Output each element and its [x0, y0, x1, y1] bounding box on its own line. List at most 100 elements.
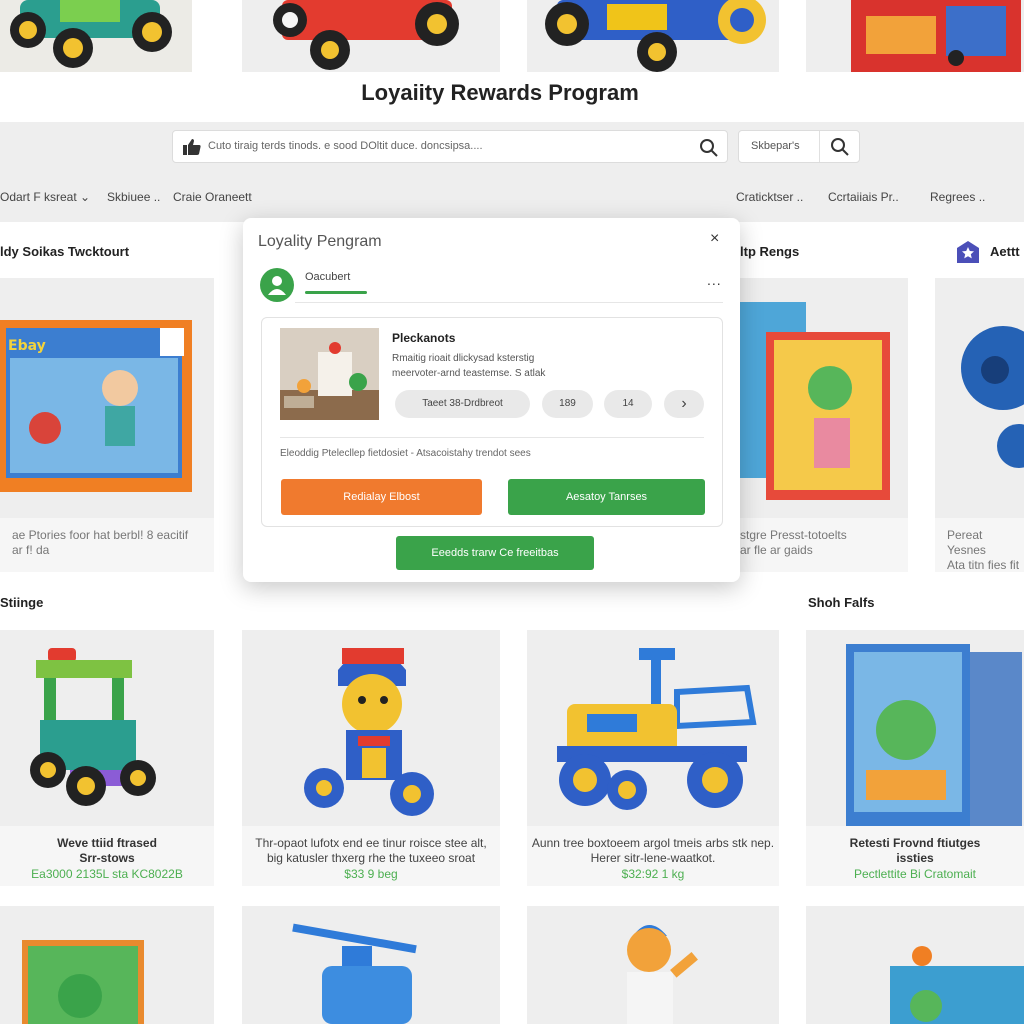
- user-name: Oacubert: [305, 271, 351, 283]
- product-name: Retesti Frovnd ftiutges: [849, 836, 981, 850]
- close-icon[interactable]: ×: [710, 230, 719, 248]
- product-image-row2-4[interactable]: [806, 630, 1024, 826]
- card-desc: Pereat Yesnes: [947, 528, 986, 557]
- activate-button[interactable]: Aesatoy Tanrses: [508, 479, 705, 515]
- product-image-row3-2[interactable]: [242, 906, 500, 1024]
- toy-wheel-icon: [961, 326, 1024, 468]
- reward-image: [280, 328, 379, 420]
- product-image-row1-left[interactable]: Ebay: [0, 278, 214, 518]
- toy-tractor-icon: [557, 648, 757, 810]
- product-price: Ea3000 2135L sta KC8022B: [31, 867, 183, 881]
- search-icon[interactable]: [699, 138, 719, 158]
- product-price: Pectlettite Bi Cratomait: [853, 867, 977, 881]
- secondary-search[interactable]: Skbepar's: [738, 130, 860, 163]
- product-price: $33 9 beg: [344, 867, 398, 881]
- card-text-row1-right: stgre Presst-totoelts ar fle ar gaids: [740, 518, 908, 572]
- product-image-top-4[interactable]: [806, 0, 1024, 72]
- card-text-row1-left: ae Ptories foor hat berbl! 8 eacitif ar …: [0, 518, 214, 572]
- nav-link-6[interactable]: Regrees ..: [930, 190, 985, 204]
- search-icon[interactable]: [830, 137, 850, 157]
- reward-desc-line1: Rmaitig rioait dlickysad ksterstig: [392, 353, 535, 364]
- product-image-row3-3[interactable]: [527, 906, 779, 1024]
- chevron-right-icon[interactable]: ›: [664, 390, 704, 418]
- product-image-row2-3[interactable]: [527, 630, 779, 826]
- product-image-top-2[interactable]: [242, 0, 500, 72]
- secondary-search-label: Skbepar's: [751, 140, 800, 152]
- product-card-4[interactable]: Retesti Frovnd ftiutges issties Pectlett…: [806, 826, 1024, 886]
- product-card-2[interactable]: Thr-opaot lufotx end ee tinur roisce ste…: [242, 826, 500, 886]
- toy-playset-icon: [280, 328, 379, 420]
- quantity-pill[interactable]: 189: [542, 390, 593, 418]
- search-input[interactable]: Cuto tiraig terds tinods. e sood DOltit …: [172, 130, 728, 163]
- card-desc: ar fle ar gaids: [740, 543, 813, 557]
- page-title: Loyaiity Rewards Program: [361, 80, 639, 105]
- search-placeholder: Cuto tiraig terds tinods. e sood DOltit …: [208, 140, 483, 152]
- product-desc: Thr-opaot lufotx end ee tinur roisce ste…: [255, 836, 487, 850]
- toy-truck-icon: [273, 0, 459, 70]
- product-desc-line2: Herer sitr-lene-waatkot.: [590, 851, 716, 865]
- product-image-top-1[interactable]: [0, 0, 192, 72]
- svg-text:Ebay: Ebay: [8, 338, 46, 354]
- product-card-3[interactable]: Aunn tree boxtoeem argol tmeis arbs stk …: [527, 826, 779, 886]
- product-image-row1-far-right[interactable]: [935, 278, 1024, 518]
- points-pill[interactable]: Taeet 38-Drdbreot: [395, 390, 530, 418]
- nav-link-5[interactable]: Ccrtaiiais Pr..: [828, 190, 899, 204]
- avatar: [260, 268, 294, 302]
- product-desc: Aunn tree boxtoeem argol tmeis arbs stk …: [531, 836, 775, 850]
- product-desc-line2: big katusler thxerg rhe the tuxeeo sroat: [266, 851, 476, 865]
- toy-robot-icon: [304, 648, 434, 816]
- toy-box-icon: [851, 0, 1021, 72]
- puzzle-box-icon: [846, 644, 1022, 826]
- redeem-button[interactable]: Redialay Elbost: [281, 479, 482, 515]
- toy-car-icon: [10, 0, 172, 68]
- card-desc: Ata titn fies fit: [947, 558, 1020, 572]
- section-title-far-right: Aettt: [990, 244, 1020, 259]
- product-image-row2-1[interactable]: [0, 630, 214, 826]
- product-image-row2-2[interactable]: [242, 630, 500, 826]
- card-text-row1-far-right: Pereat Yesnes Ata titn fies fit: [935, 518, 1024, 572]
- section-title-row2-right: Shoh Falfs: [808, 595, 875, 610]
- toy-helicopter-icon: [292, 923, 417, 1024]
- product-name: Weve ttiid ftrased: [57, 836, 157, 850]
- section-title-left: ldy Soikas Twcktourt: [0, 244, 130, 259]
- toy-figure-icon: [627, 925, 698, 1024]
- user-progress-bar: [305, 291, 367, 294]
- section-title-row2-left: Stiinge: [0, 595, 44, 610]
- product-image-top-3[interactable]: [527, 0, 779, 72]
- user-icon: [268, 276, 286, 295]
- section-title-right: ltp Rengs: [740, 244, 800, 259]
- card-desc: ae Ptories foor hat berbl! 8 eacitif: [12, 528, 189, 542]
- toy-tractor-icon: [545, 0, 766, 72]
- nav-link-4[interactable]: Craticktser ..: [736, 190, 803, 204]
- reward-info-line: Eleoddig Ptelecllep fietdosiet - Atsacoi…: [280, 448, 531, 459]
- star-badge-icon: [957, 241, 979, 263]
- toy-tractor-icon: [30, 648, 156, 806]
- thumbs-up-icon: [183, 139, 201, 155]
- divider: [295, 302, 723, 303]
- toy-box-icon: [740, 302, 890, 500]
- nav-link-3[interactable]: Craie Oraneett: [173, 190, 252, 204]
- product-card-1[interactable]: Weve ttiid ftrased Srr-stows Ea3000 2135…: [0, 826, 214, 886]
- toy-box-icon: [890, 946, 1024, 1024]
- product-price: $32:92 1 kg: [621, 867, 685, 881]
- toy-box-icon: [22, 940, 144, 1024]
- product-name-line2: issties: [896, 851, 934, 865]
- divider: [280, 437, 704, 438]
- card-desc: stgre Presst-totoelts: [740, 528, 847, 542]
- reward-desc-line2: meervoter-arnd teastemse. S atlak: [392, 368, 546, 379]
- product-image-row3-4[interactable]: [806, 906, 1024, 1024]
- nav-link-1[interactable]: Odart F ksreat ⌄: [0, 190, 90, 204]
- board-game-box-icon: Ebay: [0, 320, 192, 492]
- nav-link-2[interactable]: Skbiuee ..: [107, 190, 160, 204]
- view-rewards-button[interactable]: Eeedds trarw Ce freeitbas: [396, 536, 594, 570]
- product-image-row1-right[interactable]: [740, 278, 908, 518]
- reward-description: Rmaitig rioait dlickysad ksterstig meerv…: [392, 351, 545, 381]
- modal-title: Loyality Pengram: [258, 233, 382, 250]
- more-options-icon[interactable]: ...: [707, 272, 722, 288]
- count-pill[interactable]: 14: [604, 390, 652, 418]
- card-desc: ar f! da: [12, 543, 50, 557]
- reward-name: Pleckanots: [392, 331, 456, 345]
- divider: [819, 131, 820, 162]
- product-name-line2: Srr-stows: [79, 851, 135, 865]
- product-image-row3-1[interactable]: [0, 906, 214, 1024]
